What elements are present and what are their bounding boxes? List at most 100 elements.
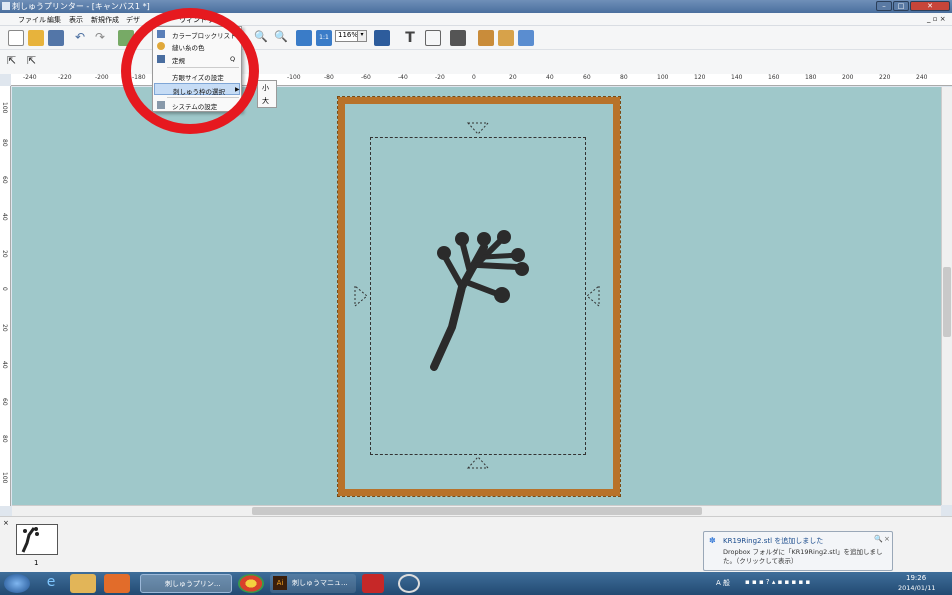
submenu-item-small[interactable]: 小 [262, 83, 269, 93]
zoom-in-icon[interactable]: 🔍 [254, 30, 270, 46]
ruler-label: 40 [546, 74, 554, 81]
select-frame-icon[interactable] [425, 30, 441, 46]
ruler-label: -180 [132, 74, 146, 81]
menu-view[interactable]: 表示 [69, 15, 83, 25]
thumbnail-design [21, 527, 39, 553]
menu-item-color-block-list[interactable]: カラーブロックリスト [154, 28, 240, 40]
menu-file[interactable]: ファイル [18, 15, 46, 25]
sewing-machine-icon[interactable] [450, 30, 466, 46]
pen-icon[interactable] [118, 30, 134, 46]
canvas[interactable] [12, 87, 941, 505]
ruler-label: -200 [95, 74, 109, 81]
list-icon [157, 30, 165, 38]
menu-item-ruler[interactable]: 定規 Q [154, 53, 240, 65]
ruler-label: -100 [287, 74, 301, 81]
ruler-label: 100 [1, 472, 8, 484]
ruler-label: 60 [1, 398, 8, 406]
start-button[interactable] [4, 574, 30, 593]
actual-size-icon[interactable]: 1:1 [316, 30, 332, 46]
ruler-label: 0 [1, 287, 8, 291]
maximize-button[interactable]: □ [893, 1, 909, 11]
taskbar: e 刺しゅうプリン... Ai 刺しゅうマニュ... A 般 ▪ ▪ ▪ ? ▴… [0, 572, 952, 595]
page-thumbnail[interactable] [16, 524, 58, 555]
ruler-label: -220 [58, 74, 72, 81]
hoop-size-submenu: 小 大 [257, 80, 277, 108]
pin-icon[interactable]: 🔍 [874, 535, 883, 543]
chevron-down-icon[interactable]: ▾ [357, 31, 366, 41]
menu-window[interactable]: ウィンドウ [179, 15, 214, 25]
notification-title: KR19Ring2.stl を追加しました [723, 537, 824, 545]
open-folder-icon[interactable] [28, 30, 44, 46]
notification-body: Dropbox フォルダに「KR19Ring2.stl」を追加しました。（クリッ… [723, 548, 883, 565]
menu-item-system-settings[interactable]: システムの設定 [154, 99, 240, 111]
close-icon[interactable]: × [3, 519, 9, 527]
app-icon-red[interactable] [362, 574, 384, 593]
media-player-icon[interactable] [104, 574, 130, 593]
layout-icon[interactable] [518, 30, 534, 46]
close-icon[interactable]: × [884, 535, 890, 543]
embroidery-design[interactable] [422, 227, 542, 377]
ruler-label: 60 [583, 74, 591, 81]
explorer-icon[interactable] [70, 574, 96, 593]
system-tray-icons[interactable]: ▪ ▪ ▪ ? ▴ ▪ ▪ ▪ ▪ ▪ [745, 578, 865, 588]
undo-icon[interactable]: ↶ [75, 30, 91, 46]
save-icon[interactable] [48, 30, 64, 46]
taskbar-app-illustrator[interactable]: Ai 刺しゅうマニュ... [270, 574, 356, 593]
ruler-label: 80 [1, 139, 8, 147]
taskbar-app-label: 刺しゅうマニュ... [292, 579, 348, 587]
shortcut-key: Q [230, 55, 236, 63]
fit-icon[interactable] [296, 30, 312, 46]
taskbar-app-embroidery[interactable]: 刺しゅうプリン... [140, 574, 232, 593]
internet-explorer-icon[interactable]: e [38, 574, 64, 593]
chrome-icon[interactable] [238, 574, 264, 593]
menu-design[interactable]: デザ [126, 15, 140, 25]
menu-item-hoop-select[interactable]: 刺しゅう枠の選択 ▶ [154, 83, 240, 96]
select-arrow-icon[interactable]: ⇱ [7, 54, 23, 70]
text-tool-icon[interactable]: T [402, 30, 418, 46]
window-menu-dropdown: カラーブロックリスト 縫い糸の色 定規 Q 方眼サイズの設定 刺しゅう枠の選択 … [152, 26, 242, 112]
ruler-label: 80 [1, 435, 8, 443]
vertical-ruler: 100 80 60 40 20 0 20 40 60 80 100 [0, 86, 11, 506]
settings-icon [157, 101, 165, 109]
menu-new[interactable]: 新規作成 [91, 15, 119, 25]
clock-date[interactable]: 2014/01/11 [898, 584, 935, 592]
close-button[interactable]: ✕ [910, 1, 950, 11]
ruler-label: 40 [1, 361, 8, 369]
clock-time[interactable]: 19:26 [906, 574, 926, 582]
zoom-out-icon[interactable]: 🔍 [274, 30, 290, 46]
app-icon-m[interactable] [398, 574, 420, 593]
point-edit-icon[interactable]: ⇱ [27, 54, 43, 70]
menu-item-grid-size[interactable]: 方眼サイズの設定 [154, 70, 240, 82]
chevron-right-icon: ▶ [235, 86, 240, 93]
page-number: 1 [34, 559, 39, 567]
redo-icon[interactable]: ↷ [95, 30, 111, 46]
title-bar: 刺しゅうプリンター - [キャンバス1 *] – □ ✕ [0, 0, 952, 13]
ruler-label: 100 [657, 74, 669, 81]
image-icon[interactable] [498, 30, 514, 46]
illustrator-icon: Ai [273, 576, 287, 590]
toolbar-secondary: ⇱ ⇱ [0, 50, 952, 74]
ruler-label: 20 [1, 324, 8, 332]
ruler-label: -20 [435, 74, 445, 81]
menu-divider [167, 67, 239, 68]
language-indicator[interactable]: A 般 [716, 578, 730, 588]
new-file-icon[interactable] [8, 30, 24, 46]
menu-bar: ファイル 編集 表示 新規作成 デザ ウィンドウ _ ▫ × [0, 13, 952, 26]
import-icon[interactable] [478, 30, 494, 46]
preview-icon[interactable] [374, 30, 390, 46]
dropbox-notification[interactable]: ✽ KR19Ring2.stl を追加しました 🔍 × Dropbox フォルダ… [703, 531, 893, 571]
horizontal-scrollbar[interactable] [12, 505, 941, 516]
ruler-label: -60 [361, 74, 371, 81]
submenu-item-large[interactable]: 大 [262, 96, 269, 106]
menu-item-thread-color[interactable]: 縫い糸の色 [154, 40, 240, 52]
ruler-label: 140 [731, 74, 743, 81]
taskbar-app-label: 刺しゅうプリン... [165, 580, 221, 588]
ruler-label: 0 [472, 74, 476, 81]
menu-edit[interactable]: 編集 [47, 15, 61, 25]
vertical-scrollbar[interactable] [941, 87, 952, 505]
minimize-button[interactable]: – [876, 1, 892, 11]
mdi-controls[interactable]: _ ▫ × [927, 15, 946, 23]
horizontal-scroll-thumb[interactable] [252, 507, 702, 515]
vertical-scroll-thumb[interactable] [943, 267, 951, 337]
ruler-label: -80 [324, 74, 334, 81]
